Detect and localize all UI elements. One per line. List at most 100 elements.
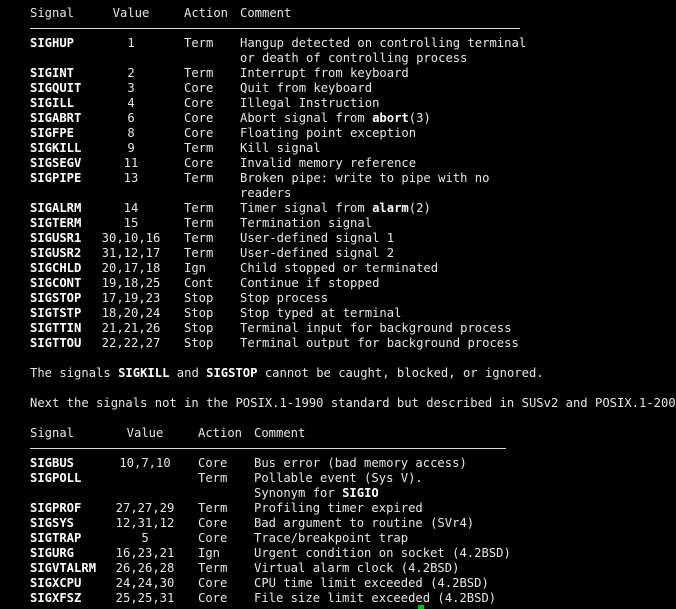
header-signal: Signal (30, 426, 75, 440)
signal-value: 19,18,25 (101, 276, 161, 290)
signal-table-standard-body: SIGHUP 1 Term Hangup detected on controllin… (0, 36, 676, 351)
signal-value: 18,20,24 (101, 306, 161, 320)
signal-action: Term (184, 216, 214, 230)
table-row: SIGKILL 9 Term Kill signal (0, 141, 676, 156)
signal-action: Stop (184, 321, 214, 335)
comment-signal: SIGIO (342, 486, 379, 500)
signal-value: 9 (127, 141, 135, 155)
signal-action: Ign (198, 546, 221, 560)
signal-comment-continued: Synonym for SIGIO (254, 486, 379, 501)
header-action: Action (184, 6, 229, 20)
signal-value: 2 (127, 66, 135, 80)
signal-action: Core (184, 111, 214, 125)
header-comment: Comment (254, 426, 306, 440)
signal-value: 5 (141, 531, 149, 545)
signal-name: SIGINT (30, 66, 75, 80)
table-row: SIGALRM 14 Term Timer signal from alarm(2) (0, 201, 676, 216)
signal-comment: Terminal input for background process (240, 321, 512, 335)
signal-value: 24,24,30 (115, 576, 175, 590)
signal-action: Stop (184, 336, 214, 350)
table-row: SIGSYS 12,31,12 Core Bad argument to routin… (0, 516, 676, 531)
signal-comment: Broken pipe: write to pipe with no (240, 171, 490, 185)
signal-comment-continued: or death of controlling process (240, 51, 468, 65)
signal-action: Term (198, 501, 228, 515)
signal-action: Core (184, 96, 214, 110)
signal-value: 16,23,21 (115, 546, 175, 560)
table-row: SIGQUIT 3 Core Quit from keyboard (0, 81, 676, 96)
signal-name: SIGQUIT (30, 81, 82, 95)
signal-comment: Continue if stopped (240, 276, 380, 290)
note-posix: Next the signals not in the POSIX.1-1990… (30, 396, 676, 410)
table-row: SIGUSR1 30,10,16 Term User-defined signal 1 (0, 231, 676, 246)
header-value: Value (126, 426, 164, 440)
signal-value: 25,25,31 (115, 591, 175, 605)
header-action: Action (198, 426, 243, 440)
signal-action: Core (184, 156, 214, 170)
table-row: SIGABRT 6 Core Abort signal from abort(3) (0, 111, 676, 126)
signal-comment: Hangup detected on controlling terminal (240, 36, 527, 50)
table-row: SIGPIPE 13 Term Broken pipe: write to pipe … (0, 171, 676, 186)
signal-comment: Termination signal (240, 216, 373, 230)
terminal-window[interactable]: Signal Value Action Comment SIGHUP 1 Term H… (0, 0, 676, 609)
signal-comment: Trace/breakpoint trap (254, 531, 409, 545)
table-row: SIGTSTP 18,20,24 Stop Stop typed at termina… (0, 306, 676, 321)
signal-value: 20,17,18 (101, 261, 161, 275)
signal-comment: Abort signal from abort(3) (240, 111, 431, 126)
signal-name: SIGUSR2 (30, 246, 82, 260)
signal-action: Term (198, 561, 228, 575)
note-text: cannot be caught, blocked, or ignored. (257, 366, 544, 380)
signal-value: 3 (127, 81, 135, 95)
signal-action: Term (184, 201, 214, 215)
comment-function: abort (372, 111, 409, 125)
signal-comment: User-defined signal 2 (240, 246, 395, 260)
signal-value: 31,12,17 (101, 246, 161, 260)
signal-action: Core (184, 126, 214, 140)
signal-name: SIGURG (30, 546, 75, 560)
note-sigkill: SIGKILL (118, 366, 170, 380)
table-row: SIGHUP 1 Term Hangup detected on controllin… (0, 36, 676, 51)
signal-comment: File size limit exceeded (4.2BSD) (254, 591, 497, 605)
table-row: SIGTTOU 22,22,27 Stop Terminal output for b… (0, 336, 676, 351)
signal-table-standard: Signal Value Action Comment (0, 6, 676, 21)
signal-action: Term (198, 471, 228, 485)
signal-action: Term (184, 231, 214, 245)
table-row: SIGURG 16,23,21 Ign Urgent condition on soc… (0, 546, 676, 561)
comment-text: (3) (408, 111, 431, 125)
table-row: SIGPROF 27,27,29 Term Profiling timer expir… (0, 501, 676, 516)
signal-value: 14 (123, 201, 139, 215)
table-row-continuation: or death of controlling process (0, 51, 676, 66)
signal-value: 6 (127, 111, 135, 125)
signal-name: SIGSEGV (30, 156, 82, 170)
signal-action: Cont (184, 276, 214, 290)
signal-comment: Bus error (bad memory access) (254, 456, 467, 470)
signal-comment: Interrupt from keyboard (240, 66, 409, 80)
signal-action: Ign (184, 261, 207, 275)
signal-comment: Terminal output for background process (240, 336, 519, 350)
signal-value: 27,27,29 (115, 501, 175, 515)
signal-action: Core (198, 531, 228, 545)
signal-name: SIGXFSZ (30, 591, 82, 605)
signal-name: SIGPIPE (30, 171, 82, 185)
signal-name: SIGVTALRM (30, 561, 97, 575)
table-header-row: Signal Value Action Comment (0, 6, 676, 21)
signal-comment: Pollable event (Sys V). (254, 471, 423, 485)
signal-action: Core (198, 576, 228, 590)
signal-value: 21,21,26 (101, 321, 161, 335)
signal-action: Term (184, 171, 214, 185)
signal-comment: Kill signal (240, 141, 321, 155)
signal-action: Core (184, 81, 214, 95)
signal-table-susv2-body: SIGBUS 10,7,10 Core Bus error (bad memory a… (0, 456, 676, 606)
signal-value: 22,22,27 (101, 336, 161, 350)
signal-comment: Stop process (240, 291, 329, 305)
table-row: SIGILL 4 Core Illegal Instruction (0, 96, 676, 111)
signal-comment-continued: readers (240, 186, 292, 200)
signal-value: 8 (127, 126, 135, 140)
signal-name: SIGCONT (30, 276, 82, 290)
signal-comment: Floating point exception (240, 126, 417, 140)
signal-value: 15 (123, 216, 139, 230)
signal-comment: Illegal Instruction (240, 96, 380, 110)
signal-name: SIGALRM (30, 201, 82, 215)
signal-name: SIGUSR1 (30, 231, 82, 245)
table-row: SIGPOLL Term Pollable event (Sys V). (0, 471, 676, 486)
signal-action: Term (184, 141, 214, 155)
